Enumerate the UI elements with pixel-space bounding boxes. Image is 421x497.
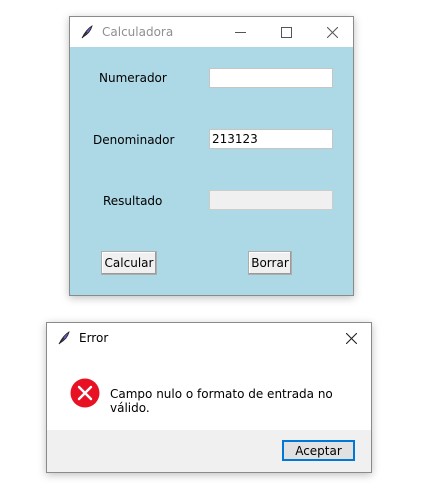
error-titlebar[interactable]: Error: [47, 323, 371, 353]
minimize-button[interactable]: [217, 17, 263, 47]
error-title: Error: [79, 331, 109, 345]
error-message: Campo nulo o formato de entrada no válid…: [110, 387, 333, 415]
maximize-button[interactable]: [263, 17, 309, 47]
denominator-input[interactable]: [209, 129, 333, 149]
calculate-button[interactable]: Calcular: [101, 251, 157, 275]
error-icon: [70, 378, 100, 408]
error-close-button[interactable]: [331, 323, 371, 353]
denominator-label: Denominador: [93, 133, 175, 147]
calculator-title: Calculadora: [102, 25, 174, 39]
maximize-icon: [280, 26, 292, 38]
clear-button[interactable]: Borrar: [248, 251, 292, 275]
accept-button[interactable]: Aceptar: [282, 440, 355, 461]
close-icon: [345, 332, 357, 344]
numerator-input[interactable]: [209, 68, 333, 88]
feather-icon: [81, 25, 93, 39]
calculator-window: Calculadora Numerador Denominador Result…: [69, 16, 354, 296]
numerator-label: Numerador: [99, 71, 167, 85]
feather-icon: [58, 331, 70, 345]
close-icon: [326, 26, 338, 38]
dialog-button-area: Aceptar: [47, 430, 371, 472]
calculator-titlebar[interactable]: Calculadora: [70, 17, 353, 47]
minimize-icon: [234, 31, 246, 33]
result-label: Resultado: [103, 194, 163, 208]
result-field: [209, 190, 333, 210]
error-dialog: Error Campo nulo o formato de entrada no…: [46, 322, 372, 473]
close-button[interactable]: [309, 17, 355, 47]
